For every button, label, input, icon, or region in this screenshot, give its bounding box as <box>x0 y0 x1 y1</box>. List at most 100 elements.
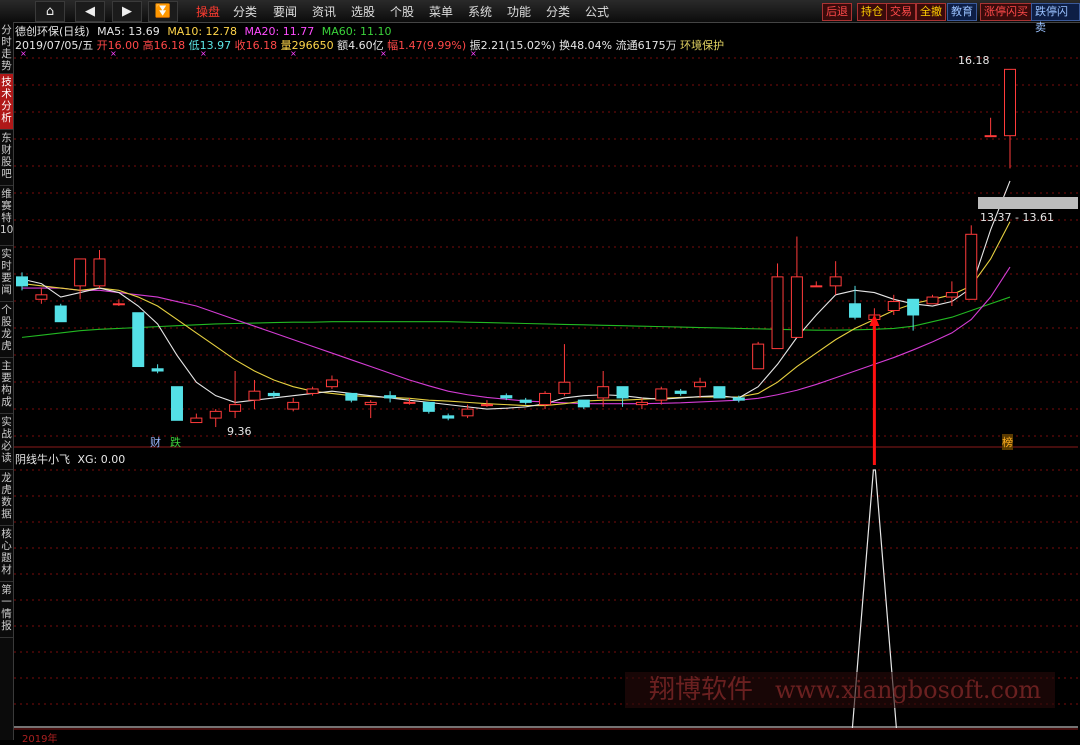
sector-tag: 环境保护 <box>680 39 725 52</box>
candle <box>674 390 687 394</box>
candle <box>287 401 300 410</box>
candle <box>16 276 28 287</box>
tab-weisaite[interactable]: 维赛特10 <box>0 186 13 246</box>
candle <box>93 258 106 287</box>
header-line-2: 2019/07/05/五 开16.00 高16.18 低13.97 收16.18… <box>15 37 724 53</box>
tab-goucheng[interactable]: 主要构成 <box>0 358 13 414</box>
candle <box>1004 68 1016 137</box>
back-arrow-icon[interactable]: ◀ <box>75 1 105 22</box>
menu-gegu[interactable]: 个股 <box>390 3 414 20</box>
candle <box>54 305 67 323</box>
candle <box>926 296 939 305</box>
candle <box>597 386 610 399</box>
ranking-badge[interactable]: 榜 <box>1002 434 1013 450</box>
high-readout: 高16.18 <box>142 39 186 52</box>
menu-xitong[interactable]: 系统 <box>468 3 492 20</box>
candle <box>422 401 435 412</box>
candle <box>810 285 823 288</box>
candle <box>984 135 997 138</box>
cancel-all-button[interactable]: 全撤 <box>916 3 946 21</box>
candle <box>132 312 145 368</box>
indicator-header: 阴线牛小飞 XG: 0.00 <box>15 451 125 467</box>
menu-caopan[interactable]: 操盘 <box>196 3 220 20</box>
candle <box>655 388 668 401</box>
candle <box>732 397 745 401</box>
candle <box>384 395 397 399</box>
tab-fenshi[interactable]: 分时走势 <box>0 22 13 74</box>
tab-jishu[interactable]: 技术分析 <box>0 74 13 130</box>
candle <box>229 404 242 412</box>
turnover-readout: 换48.04% <box>559 39 613 52</box>
low-price-label: 9.36 <box>227 425 252 438</box>
forward-arrow-icon[interactable]: ▶ <box>112 1 142 22</box>
tab-yaowen[interactable]: 实时要闻 <box>0 246 13 302</box>
candle <box>849 303 862 318</box>
ma5-line <box>21 180 1011 410</box>
candle <box>170 386 183 421</box>
drop-badge[interactable]: 跌 <box>170 434 181 450</box>
menu-gongneng[interactable]: 功能 <box>507 3 531 20</box>
back-button[interactable]: 后退 <box>822 3 852 21</box>
tab-guba[interactable]: 东财股吧 <box>0 130 13 186</box>
price-range-label: 13.37 - 13.61 <box>980 211 1054 224</box>
finance-badge[interactable]: 财 <box>150 434 161 450</box>
home-icon[interactable]: ⌂ <box>35 1 65 22</box>
watermark-cn: 翔博软件 <box>649 675 754 705</box>
education-button[interactable]: 教育 <box>947 3 977 21</box>
ma10-line <box>21 221 1011 407</box>
candle <box>209 410 222 419</box>
menu-fenlei[interactable]: 分类 <box>233 3 257 20</box>
chevron-down-icon[interactable]: ⏬ <box>148 1 178 22</box>
menu-caidan[interactable]: 菜单 <box>429 3 453 20</box>
candle <box>480 404 493 407</box>
price-band <box>978 197 1078 209</box>
tab-qingbao[interactable]: 第一情报 <box>0 582 13 638</box>
menu-gongshi[interactable]: 公式 <box>585 3 609 20</box>
top-menubar: ⌂ ◀ ▶ ⏬ 操盘 分类 要闻 资讯 选股 个股 菜单 系统 功能 分类 公式… <box>0 0 1080 34</box>
indicator-name: 阴线牛小飞 <box>15 453 70 466</box>
candle <box>945 292 958 298</box>
change-readout: 幅1.47(9.99%) <box>387 39 467 52</box>
candle <box>403 401 416 404</box>
close-readout: 收16.18 <box>234 39 278 52</box>
candle <box>74 258 87 287</box>
candle <box>325 379 338 388</box>
candle <box>635 401 648 406</box>
candle <box>965 233 978 300</box>
tab-longhu[interactable]: 个股龙虎 <box>0 302 13 358</box>
tab-shizhan[interactable]: 实战必读 <box>0 414 13 470</box>
candle <box>616 386 629 399</box>
tab-ticai[interactable]: 核心题材 <box>0 526 13 582</box>
candle <box>364 401 377 406</box>
volume-readout: 量296650 <box>280 39 334 52</box>
candle <box>267 392 280 397</box>
candle <box>713 386 726 399</box>
candle <box>35 294 48 300</box>
axis-date-left: 2019年 <box>22 734 58 745</box>
open-readout: 开16.00 <box>96 39 140 52</box>
limit-down-sell-button[interactable]: 跌停闪卖 <box>1031 3 1080 34</box>
tab-longhu-data[interactable]: 龙虎数据 <box>0 470 13 526</box>
date-readout: 2019/07/05/五 <box>15 39 94 52</box>
watermark: 翔博软件 www.xiangbosoft.com <box>625 672 1055 708</box>
candle <box>752 343 765 370</box>
menu-zixun[interactable]: 资讯 <box>312 3 336 20</box>
menu-fenlei-2[interactable]: 分类 <box>546 3 570 20</box>
candle <box>790 276 803 338</box>
watermark-url: www.xiangbosoft.com <box>775 676 1042 704</box>
trade-button[interactable]: 交易 <box>886 3 916 21</box>
candle <box>694 381 707 388</box>
limit-up-buy-button[interactable]: 涨停闪买 <box>980 3 1032 21</box>
ma60-line <box>21 296 1011 338</box>
candle <box>190 417 203 424</box>
candle <box>248 390 261 401</box>
ma20-line <box>22 266 1011 405</box>
candle <box>539 392 552 406</box>
menu-yaowen[interactable]: 要闻 <box>273 3 297 20</box>
holdings-button[interactable]: 持仓 <box>857 3 887 21</box>
candle <box>500 395 513 399</box>
menu-xuangu[interactable]: 选股 <box>351 3 375 20</box>
candle <box>112 303 125 306</box>
low-readout: 低13.97 <box>188 39 232 52</box>
chart-canvas[interactable]: × × × × × × <box>0 0 1080 740</box>
